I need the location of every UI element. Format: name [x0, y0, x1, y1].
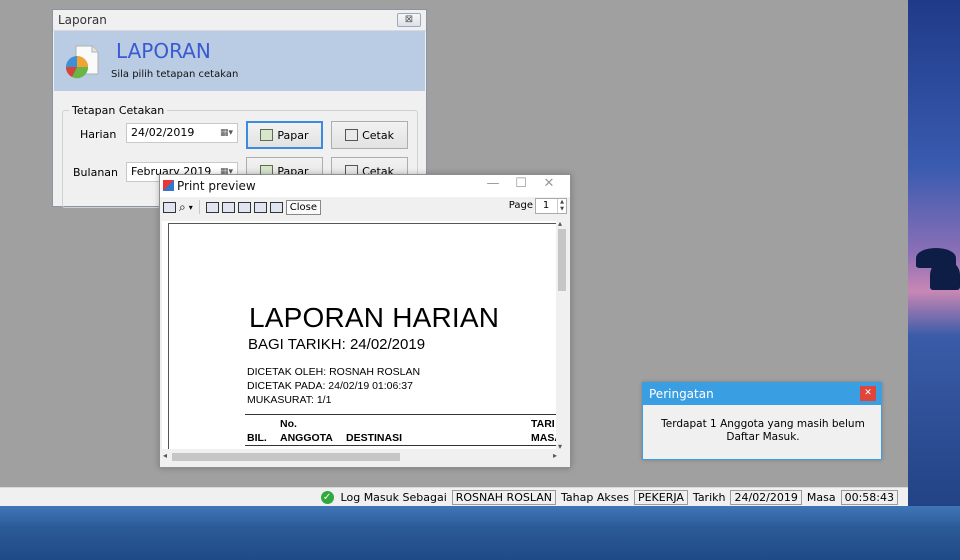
cetak-label: Cetak: [362, 128, 394, 142]
user-name: ROSNAH ROSLAN: [451, 489, 556, 505]
scroll-right-icon[interactable]: ▸: [553, 451, 557, 460]
minimize-icon[interactable]: —: [478, 176, 508, 191]
report-printed-at: DICETAK PADA: 24/02/19 01:06:37: [247, 380, 413, 392]
bulanan-label: Bulanan: [73, 166, 118, 179]
warning-message: Terdapat 1 Anggota yang masih belum Daft…: [653, 418, 873, 444]
preview-viewport[interactable]: LAPORAN HARIAN BAGI TARIKH: 24/02/2019 D…: [162, 221, 558, 449]
papar-label: Papar: [277, 128, 309, 142]
report-page: LAPORAN HARIAN BAGI TARIKH: 24/02/2019 D…: [168, 223, 558, 449]
col-masa: MASA: [531, 432, 558, 444]
access-level: PEKERJA: [633, 489, 688, 505]
four-pages-icon[interactable]: [253, 201, 267, 213]
one-page-icon[interactable]: [205, 201, 219, 213]
login-label: Log Masuk Sebagai: [340, 490, 447, 504]
col-no: No.: [280, 418, 297, 430]
harian-papar-button[interactable]: Papar: [246, 121, 323, 149]
date-label: Tarikh: [692, 490, 726, 504]
zoom-icon[interactable]: ⌕: [179, 200, 186, 215]
laporan-close-button[interactable]: ⊠: [397, 13, 421, 27]
warning-notification: Peringatan ✕ Terdapat 1 Anggota yang mas…: [642, 382, 882, 460]
laporan-window-title: Laporan: [58, 13, 107, 27]
col-destinasi: DESTINASI: [346, 432, 403, 444]
close-icon[interactable]: ✕: [534, 176, 564, 191]
table-header-rule: [245, 445, 558, 446]
preview-close-button[interactable]: Close: [285, 199, 321, 215]
report-page-info: MUKASURAT: 1/1: [247, 394, 332, 406]
page-number-value: 1: [542, 200, 550, 211]
desktop-background: [908, 0, 960, 560]
horizontal-scrollbar[interactable]: ◂ ▸: [162, 451, 558, 463]
group-title: Tetapan Cetakan: [72, 104, 165, 117]
warning-message-line1: Terdapat 1 Anggota yang masih belum: [661, 418, 865, 430]
banner-title: LAPORAN: [116, 39, 211, 63]
two-pages-icon[interactable]: [221, 201, 235, 213]
laporan-banner: LAPORAN Sila pilih tetapan cetakan: [54, 31, 425, 91]
report-subtitle: BAGI TARIKH: 24/02/2019: [248, 336, 426, 353]
calendar-dropdown-icon[interactable]: ▦▾: [220, 128, 234, 138]
warning-message-line2: Daftar Masuk.: [726, 431, 800, 443]
three-pages-icon[interactable]: [237, 201, 251, 213]
toolbar-separator: [198, 200, 200, 214]
report-printed-by: DICETAK OLEH: ROSNAH ROSLAN: [247, 366, 421, 378]
print-icon[interactable]: [163, 201, 176, 213]
print-preview-titlebar[interactable]: Print preview — ☐ ✕: [160, 175, 570, 197]
table-top-rule: [245, 414, 558, 415]
page-spinner-icon[interactable]: ▲ ▼: [557, 199, 566, 213]
print-preview-title: Print preview: [177, 179, 256, 193]
status-bar: ✓ Log Masuk Sebagai ROSNAH ROSLAN Tahap …: [0, 487, 908, 506]
scroll-left-icon[interactable]: ◂: [163, 451, 167, 460]
col-bil: BIL.: [247, 432, 267, 444]
report-title: LAPORAN HARIAN: [249, 302, 500, 333]
col-tarikh: TARI: [531, 418, 555, 430]
page-label: Page: [508, 200, 533, 211]
six-pages-icon[interactable]: [269, 201, 283, 213]
col-anggota: ANGGOTA: [280, 432, 333, 444]
date-value: 24/02/2019: [730, 489, 802, 505]
harian-cetak-button[interactable]: Cetak: [331, 121, 408, 149]
access-label: Tahap Akses: [560, 490, 629, 504]
warning-close-button[interactable]: ✕: [860, 386, 876, 401]
palm-silhouette: [930, 260, 960, 290]
vertical-scrollbar[interactable]: ▴ ▾: [556, 219, 568, 451]
desktop-background-bottom: [0, 506, 960, 560]
time-value: 00:58:43: [840, 489, 898, 505]
mdi-workspace: Laporan ⊠ LAPORAN Sila pilih tetapan cet…: [0, 0, 908, 487]
laporan-titlebar[interactable]: Laporan ⊠: [53, 10, 426, 31]
check-icon: ✓: [320, 490, 334, 504]
pie-chart-report-icon: [65, 45, 99, 79]
banner-subtitle: Sila pilih tetapan cetakan: [111, 69, 239, 80]
time-label: Masa: [806, 490, 836, 504]
preview-icon: [260, 129, 274, 141]
harian-date-value: 24/02/2019: [131, 126, 195, 139]
harian-label: Harian: [80, 128, 117, 141]
harian-date-picker[interactable]: 24/02/2019 ▦▾: [126, 123, 238, 143]
warning-titlebar: Peringatan ✕: [643, 383, 881, 405]
horizontal-scroll-thumb[interactable]: [172, 453, 400, 461]
zoom-dropdown-icon[interactable]: ▾: [189, 203, 193, 212]
warning-title: Peringatan: [649, 387, 714, 401]
scroll-down-icon[interactable]: ▾: [558, 442, 562, 451]
vertical-scroll-thumb[interactable]: [558, 229, 566, 291]
scroll-up-icon[interactable]: ▴: [558, 219, 562, 228]
maximize-icon[interactable]: ☐: [506, 176, 536, 191]
printer-icon: [345, 129, 359, 141]
page-number-input[interactable]: 1 ▲ ▼: [535, 198, 567, 214]
app-icon: [163, 180, 174, 191]
print-preview-window: Print preview — ☐ ✕ ⌕ ▾ Close Page 1 ▲ ▼ …: [159, 174, 571, 468]
